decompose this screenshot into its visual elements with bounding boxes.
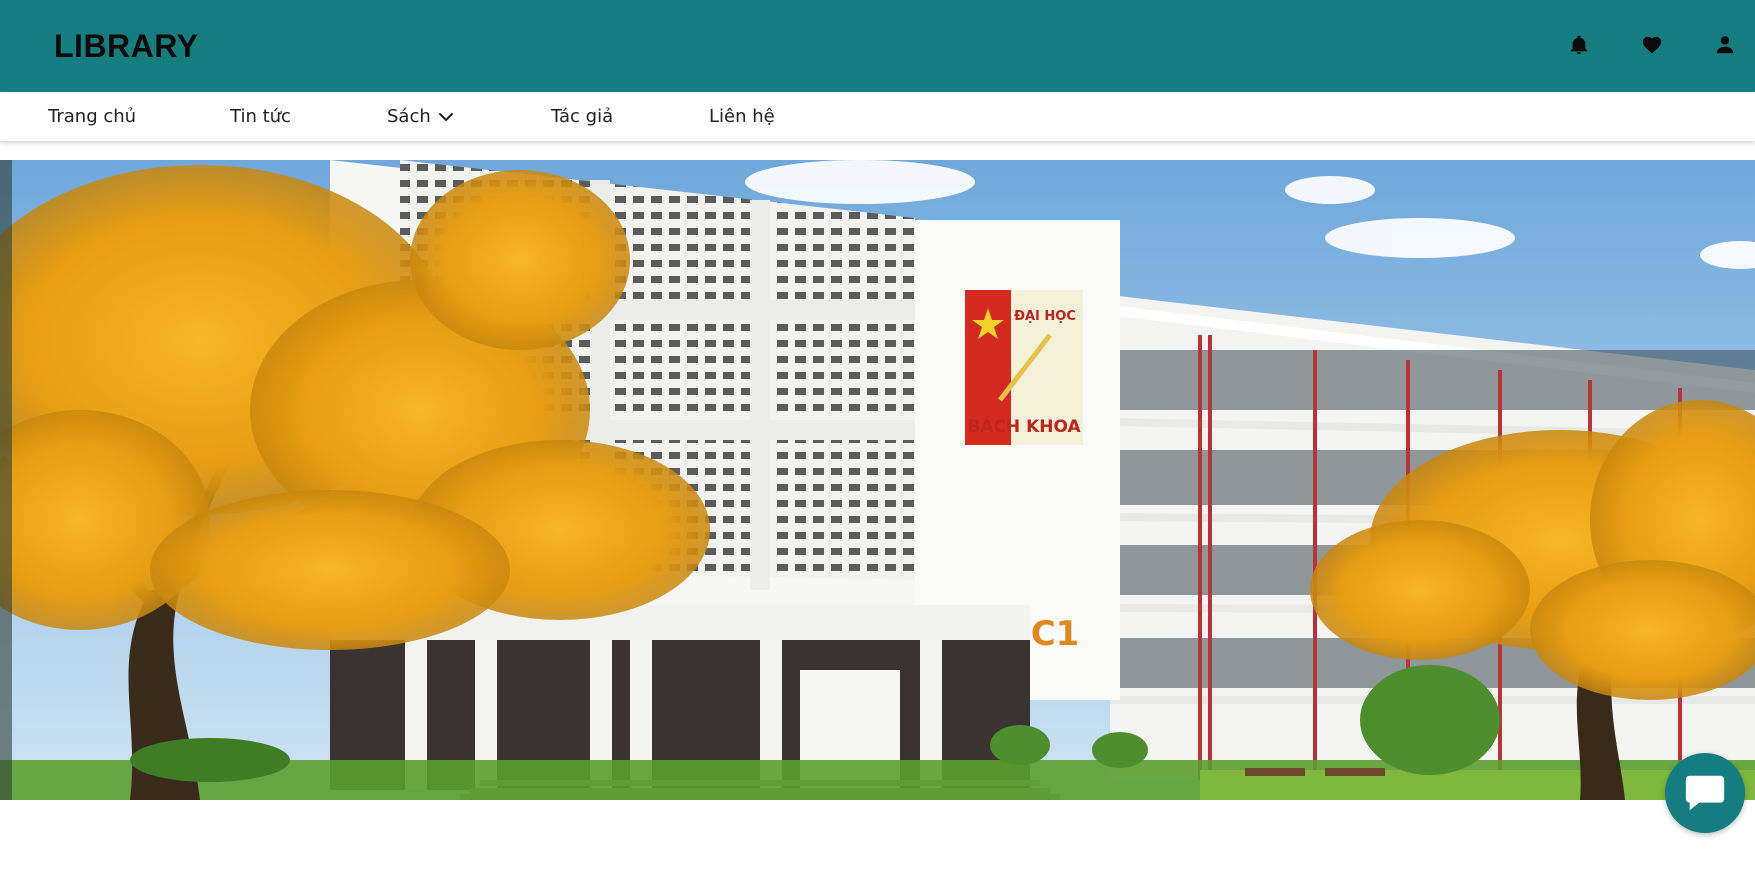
- chevron-down-icon: [437, 108, 455, 126]
- chat-button[interactable]: [1665, 753, 1745, 833]
- bell-icon[interactable]: [1568, 34, 1590, 56]
- nav-item-label: Trang chủ: [48, 106, 137, 127]
- hero-banner-image: ĐẠI HỌC BÁCH KHOA C1: [0, 160, 1755, 800]
- top-header: LIBRARY: [0, 0, 1755, 92]
- sign-text-line1: ĐẠI HỌC: [1014, 309, 1076, 324]
- nav-item-books-dropdown[interactable]: Sách: [387, 106, 455, 127]
- heart-icon[interactable]: [1641, 34, 1663, 56]
- nav-item-label: Sách: [387, 106, 431, 127]
- building-label: C1: [1031, 614, 1080, 654]
- nav-item-label: Liên hệ: [709, 106, 775, 127]
- nav-item-label: Tác giả: [551, 106, 614, 127]
- site-logo[interactable]: LIBRARY: [54, 28, 199, 65]
- chat-bubble-icon: [1685, 775, 1725, 811]
- campus-photo: ĐẠI HỌC BÁCH KHOA C1: [0, 160, 1755, 800]
- main-nav: Trang chủ Tin tức Sách Tác giả Liên hệ: [0, 92, 1755, 141]
- user-icon[interactable]: [1714, 34, 1736, 56]
- sign-text-line2: BÁCH KHOA: [967, 415, 1081, 437]
- nav-item-home[interactable]: Trang chủ: [48, 106, 136, 127]
- nav-item-contact[interactable]: Liên hệ: [709, 106, 775, 127]
- nav-item-authors[interactable]: Tác giả: [551, 106, 613, 127]
- nav-item-news[interactable]: Tin tức: [230, 106, 291, 127]
- page: LIBRARY Trang chủ Tin tức Sách Tác giả L: [0, 0, 1755, 873]
- nav-item-label: Tin tức: [230, 106, 291, 127]
